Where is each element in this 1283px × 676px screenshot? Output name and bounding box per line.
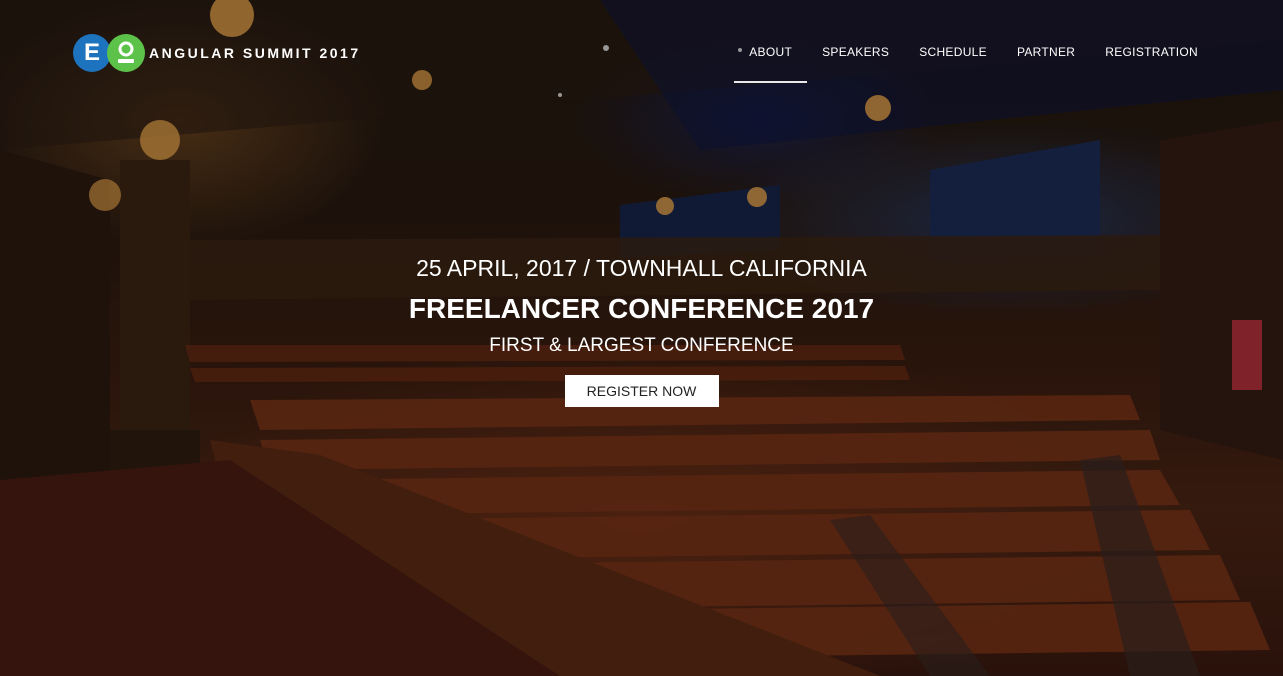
nav-item-speakers[interactable]: SPEAKERS [807,34,904,83]
nav-item-registration[interactable]: REGISTRATION [1090,34,1213,83]
hero-section: E ANGULAR SUMMIT 2017 ABOUT SPEAKERS SCH… [0,0,1283,676]
hero-content: 25 APRIL, 2017 / TOWNHALL CALIFORNIA FRE… [0,252,1283,407]
nav-item-about[interactable]: ABOUT [734,34,807,83]
register-now-button[interactable]: REGISTER NOW [564,375,719,407]
brand[interactable]: E ANGULAR SUMMIT 2017 [73,34,361,72]
nav-item-schedule[interactable]: SCHEDULE [904,34,1002,83]
event-logo: E [73,34,145,72]
logo-e-circle: E [73,34,111,72]
logo-person-icon [107,34,145,72]
main-nav: ABOUT SPEAKERS SCHEDULE PARTNER REGISTRA… [734,34,1213,83]
event-date-location: 25 APRIL, 2017 / TOWNHALL CALIFORNIA [416,255,867,281]
brand-title: ANGULAR SUMMIT 2017 [149,45,361,61]
nav-item-partner[interactable]: PARTNER [1002,34,1090,83]
event-subtitle: FIRST & LARGEST CONFERENCE [489,335,794,356]
event-title: FREELANCER CONFERENCE 2017 [408,293,875,324]
